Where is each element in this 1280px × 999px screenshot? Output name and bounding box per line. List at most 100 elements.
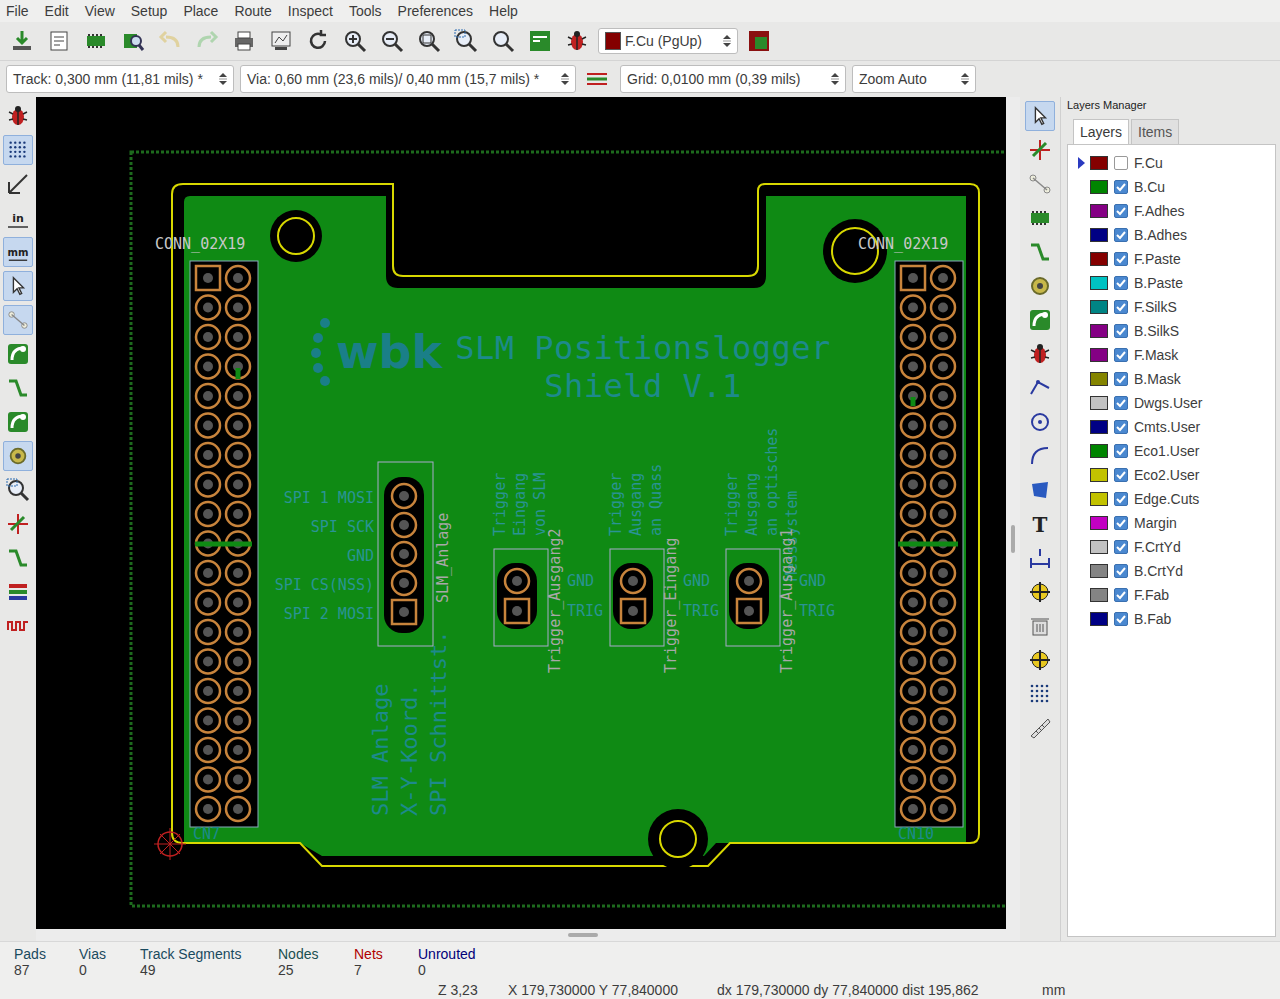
left-tool-button[interactable] xyxy=(3,135,33,165)
round-pad[interactable] xyxy=(901,709,925,733)
round-pad[interactable] xyxy=(931,738,955,762)
layer-row[interactable]: B.CrtYd xyxy=(1078,559,1275,583)
toolbar-button[interactable] xyxy=(376,25,408,57)
layer-row[interactable]: Cmts.User xyxy=(1078,415,1275,439)
menu-item[interactable]: Preferences xyxy=(398,3,473,19)
round-pad[interactable] xyxy=(226,620,250,644)
pcb-canvas[interactable]: wbkSLM PositionsloggerShield V.1CONN_02X… xyxy=(36,97,1006,929)
toolbar-button[interactable] xyxy=(265,25,297,57)
round-pad[interactable] xyxy=(196,414,220,438)
toolbar-button[interactable] xyxy=(487,25,519,57)
round-pad[interactable] xyxy=(196,296,220,320)
round-pad[interactable] xyxy=(931,591,955,615)
round-pad[interactable] xyxy=(196,738,220,762)
toolbar-button[interactable] xyxy=(80,25,112,57)
layer-color-swatch[interactable] xyxy=(1090,276,1108,290)
left-tool-button[interactable]: in xyxy=(3,203,33,233)
track-width-select[interactable]: Track: 0,300 mm (11,81 mils) * xyxy=(6,65,234,93)
right-tool-button[interactable] xyxy=(1025,611,1055,641)
round-pad[interactable] xyxy=(931,266,955,290)
round-pad[interactable] xyxy=(931,679,955,703)
visibility-checkbox[interactable] xyxy=(1114,612,1128,626)
layer-row[interactable]: B.Cu xyxy=(1078,175,1275,199)
toolbar-button[interactable] xyxy=(43,25,75,57)
toolbar-button[interactable] xyxy=(450,25,482,57)
round-pad[interactable] xyxy=(901,679,925,703)
layer-color-swatch[interactable] xyxy=(1090,180,1108,194)
left-tool-button[interactable] xyxy=(3,441,33,471)
horizontal-scrollbar[interactable] xyxy=(36,929,1006,941)
right-tool-button[interactable] xyxy=(1025,101,1055,131)
right-tool-button[interactable]: T xyxy=(1025,509,1055,539)
visibility-checkbox[interactable] xyxy=(1114,300,1128,314)
round-pad[interactable] xyxy=(226,709,250,733)
layer-row[interactable]: F.SilkS xyxy=(1078,295,1275,319)
visibility-checkbox[interactable] xyxy=(1114,444,1128,458)
menu-item[interactable]: View xyxy=(85,3,115,19)
layer-color-swatch[interactable] xyxy=(1090,612,1108,626)
toolbar-button[interactable] xyxy=(524,25,556,57)
round-pad[interactable] xyxy=(196,561,220,585)
layer-color-swatch[interactable] xyxy=(1090,348,1108,362)
round-pad[interactable] xyxy=(196,797,220,821)
visibility-checkbox[interactable] xyxy=(1114,324,1128,338)
menu-item[interactable]: Setup xyxy=(131,3,168,19)
toolbar-button[interactable] xyxy=(154,25,186,57)
right-tool-button[interactable] xyxy=(1025,645,1055,675)
layer-row[interactable]: F.Adhes xyxy=(1078,199,1275,223)
toolbar-button[interactable] xyxy=(302,25,334,57)
visibility-checkbox[interactable] xyxy=(1114,180,1128,194)
scroll-thumb[interactable] xyxy=(1011,525,1015,553)
layer-row[interactable]: F.CrtYd xyxy=(1078,535,1275,559)
round-pad[interactable] xyxy=(392,571,416,595)
visibility-checkbox[interactable] xyxy=(1114,540,1128,554)
layer-color-swatch[interactable] xyxy=(1090,468,1108,482)
left-tool-button[interactable] xyxy=(3,543,33,573)
left-tool-button[interactable] xyxy=(3,373,33,403)
round-pad[interactable] xyxy=(226,738,250,762)
visibility-checkbox[interactable] xyxy=(1114,564,1128,578)
round-pad[interactable] xyxy=(226,679,250,703)
round-pad[interactable] xyxy=(196,355,220,379)
round-pad[interactable] xyxy=(931,650,955,674)
round-pad[interactable] xyxy=(901,768,925,792)
grid-select[interactable]: Grid: 0,0100 mm (0,39 mils) xyxy=(620,65,846,93)
layer-color-swatch[interactable] xyxy=(1090,372,1108,386)
menu-item[interactable]: File xyxy=(6,3,29,19)
left-tool-button[interactable] xyxy=(3,271,33,301)
layer-row[interactable]: Dwgs.User xyxy=(1078,391,1275,415)
right-tool-button[interactable] xyxy=(1025,373,1055,403)
layer-color-swatch[interactable] xyxy=(1090,204,1108,218)
layer-color-swatch[interactable] xyxy=(1090,300,1108,314)
menu-item[interactable]: Place xyxy=(183,3,218,19)
layer-row[interactable]: F.Cu xyxy=(1078,151,1275,175)
right-tool-button[interactable] xyxy=(1025,237,1055,267)
visibility-checkbox[interactable] xyxy=(1114,348,1128,362)
layer-row[interactable]: B.Mask xyxy=(1078,367,1275,391)
left-tool-button[interactable] xyxy=(3,577,33,607)
round-pad[interactable] xyxy=(901,414,925,438)
round-pad[interactable] xyxy=(226,473,250,497)
round-pad[interactable] xyxy=(226,797,250,821)
round-pad[interactable] xyxy=(226,768,250,792)
toolbar-button[interactable] xyxy=(117,25,149,57)
round-pad[interactable] xyxy=(621,569,645,593)
menu-item[interactable]: Inspect xyxy=(288,3,333,19)
layer-row[interactable]: F.Mask xyxy=(1078,343,1275,367)
auto-width-button[interactable] xyxy=(582,63,612,95)
round-pad[interactable] xyxy=(931,620,955,644)
right-tool-button[interactable] xyxy=(1025,441,1055,471)
right-tool-button[interactable] xyxy=(1025,679,1055,709)
visibility-checkbox[interactable] xyxy=(1114,420,1128,434)
round-pad[interactable] xyxy=(901,325,925,349)
round-pad[interactable] xyxy=(901,591,925,615)
visibility-checkbox[interactable] xyxy=(1114,516,1128,530)
visibility-checkbox[interactable] xyxy=(1114,204,1128,218)
layer-color-swatch[interactable] xyxy=(1090,516,1108,530)
round-pad[interactable] xyxy=(901,738,925,762)
layer-row[interactable]: F.Paste xyxy=(1078,247,1275,271)
layer-row[interactable]: F.Fab xyxy=(1078,583,1275,607)
round-pad[interactable] xyxy=(226,325,250,349)
visibility-checkbox[interactable] xyxy=(1114,276,1128,290)
right-tool-button[interactable] xyxy=(1025,271,1055,301)
